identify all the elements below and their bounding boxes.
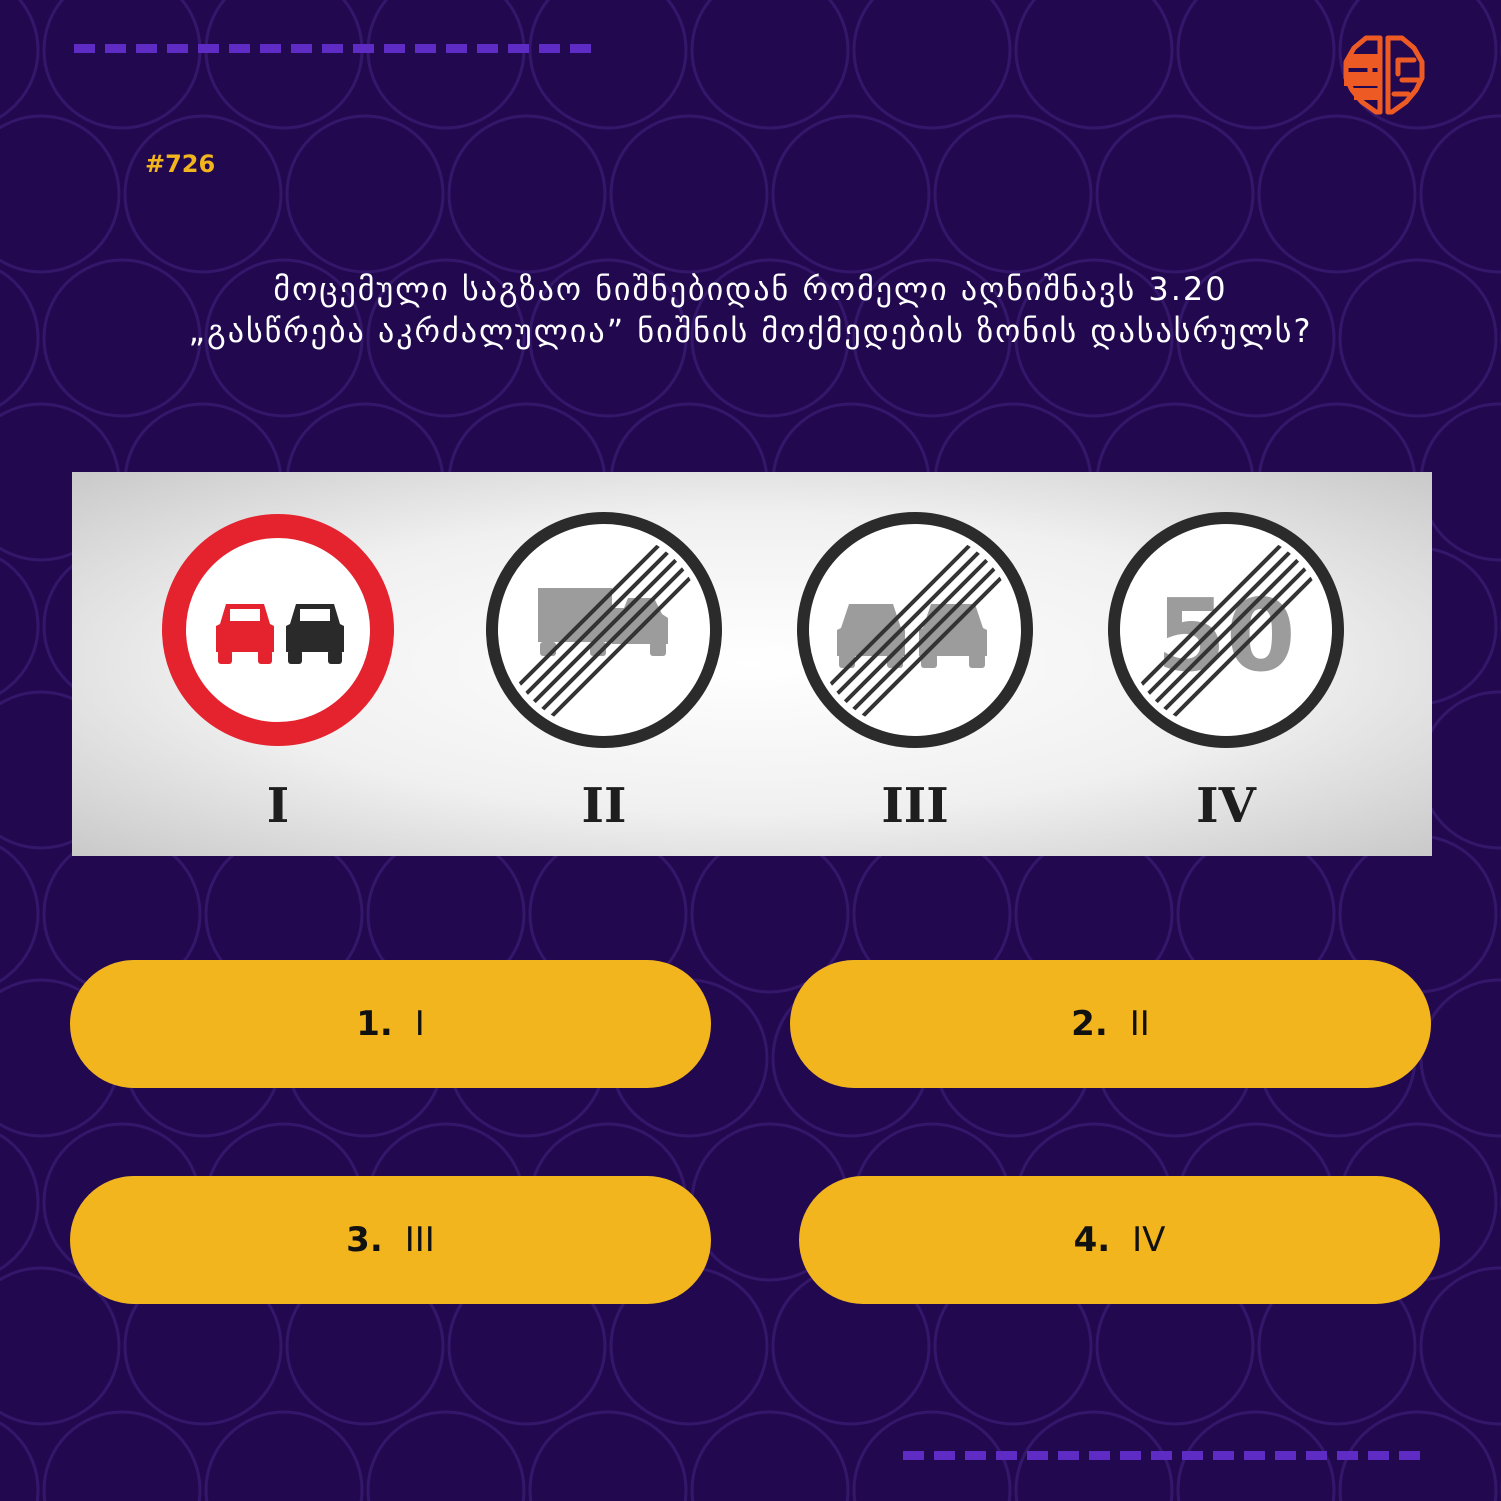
- answer-number: 4.: [1073, 1220, 1111, 1260]
- question-line-1: მოცემული საგზაო ნიშნებიდან რომელი აღნიშნ…: [273, 270, 1228, 308]
- pattern-circle: [1419, 690, 1501, 850]
- dash-segment: [1368, 1451, 1389, 1460]
- pattern-circle: [1014, 0, 1174, 130]
- bottom-dash-decoration: [903, 1451, 1420, 1460]
- answer-option-4[interactable]: 4. IV: [799, 1176, 1440, 1304]
- pattern-circle: [42, 0, 202, 130]
- dash-segment: [1244, 1451, 1265, 1460]
- pattern-circle: [933, 114, 1093, 274]
- pattern-circle: [123, 114, 283, 274]
- dash-segment: [539, 44, 560, 53]
- pattern-circle: [366, 1410, 526, 1501]
- dash-segment: [229, 44, 250, 53]
- pattern-circle: [771, 114, 931, 274]
- answer-text: I: [414, 1004, 425, 1044]
- pattern-circle: [1176, 0, 1336, 130]
- dash-segment: [1213, 1451, 1234, 1460]
- dash-segment: [1275, 1451, 1296, 1460]
- no-overtaking-sign-icon: [162, 514, 394, 746]
- pattern-circle: [1419, 1266, 1501, 1426]
- answer-option-1[interactable]: 1. I: [70, 960, 711, 1088]
- pattern-circle: [0, 1133, 40, 1271]
- dash-segment: [260, 44, 281, 53]
- sign-label-1: I: [266, 778, 290, 834]
- dash-segment: [167, 44, 188, 53]
- pattern-circle: [0, 114, 121, 274]
- pattern-circle: [0, 845, 40, 983]
- dash-segment: [1151, 1451, 1172, 1460]
- pattern-circle: [528, 1410, 688, 1501]
- dash-segment: [1027, 1451, 1048, 1460]
- pattern-circle: [690, 1410, 850, 1501]
- pattern-circle: [690, 0, 850, 130]
- road-signs-panel: 50 I II III IV: [72, 472, 1432, 856]
- pattern-circle: [447, 114, 607, 274]
- pattern-circle: [204, 0, 364, 130]
- pattern-circle: [609, 114, 769, 274]
- top-dash-decoration: [74, 44, 591, 53]
- dash-segment: [415, 44, 436, 53]
- question-line-2: „გასწრება აკრძალულია” ნიშნის მოქმედების …: [188, 312, 1313, 350]
- pattern-circle: [1419, 978, 1501, 1138]
- end-of-no-overtaking-sign-icon: [797, 512, 1033, 748]
- end-of-speed-limit-sign-icon: 50: [1108, 512, 1344, 748]
- pattern-circle: [366, 0, 526, 130]
- pattern-circle: [1419, 402, 1501, 562]
- pattern-circle: [0, 557, 40, 695]
- sign-label-2: II: [581, 778, 627, 834]
- pattern-circle: [1095, 114, 1255, 274]
- dash-segment: [136, 44, 157, 53]
- pattern-circle: [0, 0, 40, 119]
- dash-segment: [508, 44, 529, 53]
- pattern-circle: [42, 1410, 202, 1501]
- dash-segment: [965, 1451, 986, 1460]
- answer-number: 3.: [346, 1220, 383, 1260]
- dash-segment: [477, 44, 498, 53]
- answer-text: II: [1129, 1004, 1150, 1044]
- brain-circuit-logo-icon: [1343, 35, 1425, 115]
- dash-segment: [570, 44, 591, 53]
- answer-option-2[interactable]: 2. II: [790, 960, 1431, 1088]
- sign-label-3: III: [881, 778, 949, 834]
- dash-segment: [1058, 1451, 1079, 1460]
- dash-segment: [1182, 1451, 1203, 1460]
- dash-segment: [1120, 1451, 1141, 1460]
- pattern-circle: [204, 1410, 364, 1501]
- pattern-circle: [528, 0, 688, 130]
- dash-segment: [353, 44, 374, 53]
- dash-segment: [1306, 1451, 1327, 1460]
- pattern-circle: [852, 0, 1012, 130]
- dash-segment: [105, 44, 126, 53]
- dash-segment: [1337, 1451, 1358, 1460]
- pattern-circle: [0, 269, 40, 407]
- answer-number: 1.: [356, 1004, 393, 1044]
- dash-segment: [291, 44, 312, 53]
- question-number: #726: [145, 150, 216, 178]
- dash-segment: [934, 1451, 955, 1460]
- speed-limit-number: 50: [1156, 577, 1295, 694]
- answer-option-3[interactable]: 3. III: [70, 1176, 711, 1304]
- pattern-circle: [1419, 114, 1501, 274]
- dash-segment: [1089, 1451, 1110, 1460]
- pattern-circle: [285, 114, 445, 274]
- dash-segment: [384, 44, 405, 53]
- dash-segment: [1399, 1451, 1420, 1460]
- dash-segment: [198, 44, 219, 53]
- pattern-circle: [0, 1421, 40, 1501]
- answer-text: III: [404, 1220, 435, 1260]
- sign-label-4: IV: [1196, 778, 1256, 834]
- question-text: მოცემული საგზაო ნიშნებიდან რომელი აღნიშნ…: [60, 268, 1441, 352]
- dash-segment: [322, 44, 343, 53]
- end-of-no-overtaking-trucks-sign-icon: [486, 512, 722, 748]
- dash-segment: [996, 1451, 1017, 1460]
- dash-segment: [446, 44, 467, 53]
- answer-text: IV: [1132, 1220, 1166, 1260]
- dash-segment: [74, 44, 95, 53]
- pattern-circle: [1257, 114, 1417, 274]
- dash-segment: [903, 1451, 924, 1460]
- answer-number: 2.: [1071, 1004, 1108, 1044]
